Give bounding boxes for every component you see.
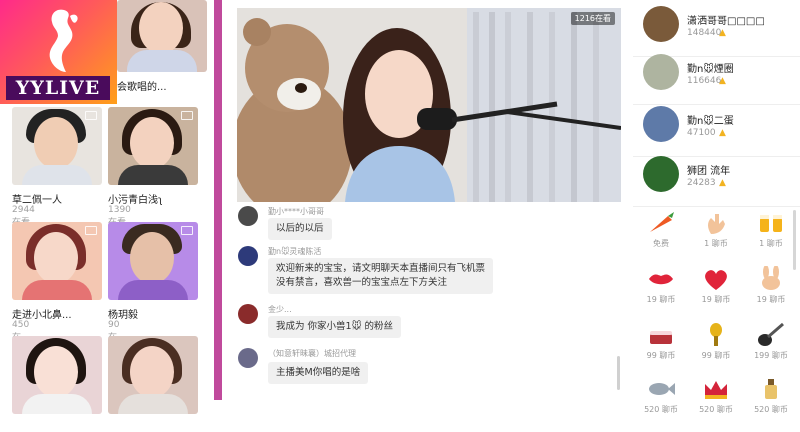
app-logo[interactable]: YYLIVE (0, 0, 117, 104)
gift-price: 99 聊币 (646, 351, 676, 360)
gift-item[interactable]: 99 聊币 (690, 318, 742, 378)
streamer-thumbnail[interactable] (12, 222, 102, 300)
gift-price: 99 聊币 (701, 351, 731, 360)
avatar[interactable] (643, 6, 679, 42)
heart-icon (705, 270, 727, 290)
streamer-name: 走进小北鼻... (12, 310, 72, 321)
coin-icon: ▲ (719, 128, 726, 138)
avatar[interactable] (238, 246, 258, 266)
chat-bubble: 主播美M你唱的是啥 (268, 362, 369, 384)
gift-item[interactable]: 19 聊币 (690, 262, 742, 322)
chat-username[interactable]: 金少... (268, 304, 292, 315)
gift-price: 1 聊币 (759, 239, 783, 248)
avatar[interactable] (643, 106, 679, 142)
gift-price: 520 聊币 (754, 405, 788, 414)
gift-price: 免费 (653, 239, 669, 248)
live-viewer-count: 1216在看 (570, 12, 615, 25)
carrot-icon (650, 212, 674, 232)
gift-price: 1 聊币 (704, 239, 728, 248)
cake-icon (650, 331, 672, 344)
perfume-icon (765, 379, 777, 399)
avatar[interactable] (643, 54, 679, 90)
ranking-name: 勤n🐭二蛋 (687, 116, 734, 127)
ranking-row[interactable]: 狮团 流年 24283 ▲ (633, 150, 800, 207)
hand-icon (708, 214, 725, 234)
ranking-score: 47100 (687, 128, 716, 138)
chat-panel: 勤小****小哥哥 以后的以后 勤n🐭灵魂陈活 欢迎新来的宝宝，请文明聊天本直播… (232, 206, 628, 400)
accent-divider (214, 0, 222, 400)
camera-icon (181, 111, 193, 120)
gift-grid: 免费 1 聊币 1 聊币 19 聊币 19 聊币 19 聊币 99 聊币 99 … (635, 206, 799, 414)
gift-item[interactable]: 520 聊币 (745, 372, 797, 432)
streamer-thumbnail[interactable] (12, 107, 102, 185)
ranking-row[interactable]: 勤n🐭二蛋 47100 ▲ (633, 100, 800, 157)
gift-item[interactable]: 免费 (635, 206, 687, 266)
ranking-score: 148440 (687, 28, 722, 38)
coin-icon: ▲ (719, 28, 726, 38)
crown-icon (705, 381, 727, 399)
streamer-name: 杨玥毅 (108, 310, 138, 321)
camera-icon (85, 111, 97, 120)
gift-item[interactable]: 520 聊币 (690, 372, 742, 432)
guitar-icon (758, 322, 784, 346)
streamer-name: 小污青白浅ʅ (108, 195, 163, 206)
cheers-icon (760, 215, 782, 232)
ranking-name: 勤n🐭煙圈 (687, 64, 734, 75)
ranking-score: 116646 (687, 76, 722, 86)
right-panel: 潇洒哥哥□□□□ 148440 ▲ 勤n🐭煙圈 116646 ▲ 勤n🐭二蛋 4… (633, 0, 800, 414)
coin-icon: ▲ (719, 76, 726, 86)
bunny-icon (762, 266, 780, 290)
chat-bubble: 以后的以后 (268, 218, 332, 240)
streamer-name: 草二佩一人 (12, 195, 62, 206)
gift-item[interactable]: 1 聊币 (745, 206, 797, 266)
chat-username[interactable]: 勤小****小哥哥 (268, 206, 324, 217)
streamer-name: 会歌唱的... (117, 82, 167, 93)
streamer-thumbnail[interactable] (117, 0, 207, 72)
avatar[interactable] (643, 156, 679, 192)
live-video-player[interactable]: 1216在看 (237, 8, 621, 202)
chat-username[interactable]: （知意轩昧襄）城招代理 (268, 348, 356, 359)
ranking-row[interactable]: 勤n🐭煙圈 116646 ▲ (633, 48, 800, 105)
chat-bubble: 我成为 你家小兽1🐭 的粉丝 (268, 316, 401, 338)
gift-scrollbar[interactable] (793, 210, 796, 270)
gift-price: 520 聊币 (699, 405, 733, 414)
streamer-thumbnail[interactable] (108, 336, 198, 414)
chat-scrollbar[interactable] (617, 356, 620, 390)
coin-icon: ▲ (719, 178, 726, 188)
lips-icon (649, 274, 673, 285)
gift-item[interactable]: 19 聊币 (635, 262, 687, 322)
gift-item[interactable]: 199 聊币 (745, 318, 797, 378)
gift-price: 19 聊币 (701, 295, 731, 304)
logo-text: YYLIVE (6, 76, 110, 100)
streamer-thumbnail[interactable] (108, 107, 198, 185)
live-stream-frame (237, 8, 621, 202)
camera-icon (181, 226, 193, 235)
avatar[interactable] (238, 206, 258, 226)
ranking-score: 24283 (687, 178, 716, 188)
gift-price: 199 聊币 (754, 351, 788, 360)
gift-price: 19 聊币 (756, 295, 786, 304)
gift-item[interactable]: 520 聊币 (635, 372, 687, 432)
streamer-thumbnail[interactable] (12, 336, 102, 414)
gift-price: 520 聊币 (644, 405, 678, 414)
dancer-silhouette-icon (49, 9, 78, 73)
gift-price: 19 聊币 (646, 295, 676, 304)
camera-icon (85, 226, 97, 235)
avatar[interactable] (238, 348, 258, 368)
fish-icon (649, 383, 675, 395)
ranking-name: 狮团 流年 (687, 166, 731, 177)
gift-item[interactable]: 1 聊币 (690, 206, 742, 266)
ranking-name: 潇洒哥哥□□□□ (687, 16, 765, 27)
chat-bubble: 欢迎新来的宝宝，请文明聊天本直播间只有飞机票 没有禁言，喜欢兽一的宝宝点左下方关… (268, 258, 494, 294)
chat-username[interactable]: 勤n🐭灵魂陈活 (268, 246, 321, 257)
streamer-thumbnail[interactable] (108, 222, 198, 300)
microphone-icon (710, 323, 722, 346)
avatar[interactable] (238, 304, 258, 324)
gift-item[interactable]: 99 聊币 (635, 318, 687, 378)
gift-item[interactable]: 19 聊币 (745, 262, 797, 322)
